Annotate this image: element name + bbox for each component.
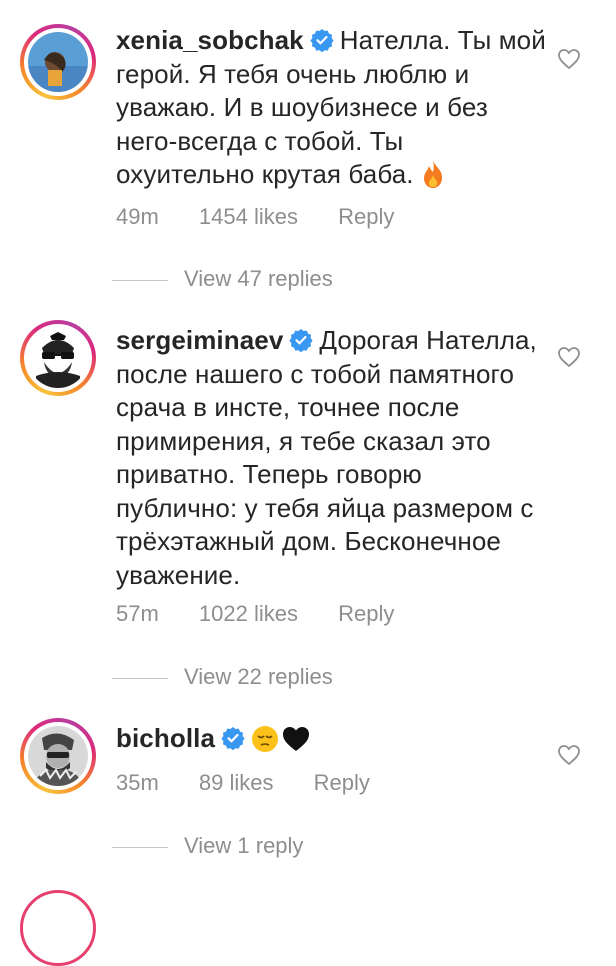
comment-text: sergeiminaev Дорогая Нателла, после нашег… bbox=[116, 324, 546, 592]
like-heart-icon[interactable] bbox=[557, 744, 581, 766]
username[interactable]: sergeiminaev bbox=[116, 325, 283, 355]
avatar[interactable] bbox=[20, 718, 96, 794]
verified-badge-icon bbox=[289, 329, 314, 352]
reply-button[interactable]: Reply bbox=[338, 204, 394, 230]
username[interactable]: bicholla bbox=[116, 723, 215, 753]
like-heart-icon[interactable] bbox=[557, 346, 581, 368]
username[interactable]: xenia_sobchak bbox=[116, 25, 304, 55]
comment-text: xenia_sobchak Нателла. Ты мой герой. Я те… bbox=[116, 24, 546, 192]
next-comment-avatar[interactable] bbox=[20, 890, 96, 966]
divider bbox=[112, 677, 168, 679]
comment-time: 49m bbox=[116, 204, 159, 229]
view-replies-button[interactable]: View 22 replies bbox=[112, 664, 333, 690]
divider bbox=[112, 846, 168, 848]
verified-badge-icon bbox=[310, 29, 334, 52]
like-heart-icon[interactable] bbox=[557, 48, 581, 70]
avatar[interactable] bbox=[20, 24, 96, 100]
divider bbox=[112, 279, 168, 281]
comment-time: 57m bbox=[116, 601, 159, 626]
likes-count[interactable]: 89 likes bbox=[199, 770, 274, 796]
reply-button[interactable]: Reply bbox=[314, 770, 370, 796]
likes-count[interactable]: 1022 likes bbox=[199, 601, 298, 627]
pensive-face-icon bbox=[252, 726, 279, 752]
reply-button[interactable]: Reply bbox=[338, 601, 394, 627]
verified-badge-icon bbox=[221, 727, 245, 750]
view-replies-button[interactable]: View 47 replies bbox=[112, 266, 333, 292]
view-replies-button[interactable]: View 1 reply bbox=[112, 833, 303, 859]
black-heart-icon bbox=[283, 727, 310, 751]
comment-text: bicholla bbox=[116, 722, 546, 756]
fire-icon bbox=[423, 160, 443, 188]
comment-body: Дорогая Нателла, после нашего с тобой па… bbox=[116, 325, 537, 590]
avatar[interactable] bbox=[20, 320, 96, 396]
likes-count[interactable]: 1454 likes bbox=[199, 204, 298, 230]
comment-time: 35m bbox=[116, 770, 159, 795]
